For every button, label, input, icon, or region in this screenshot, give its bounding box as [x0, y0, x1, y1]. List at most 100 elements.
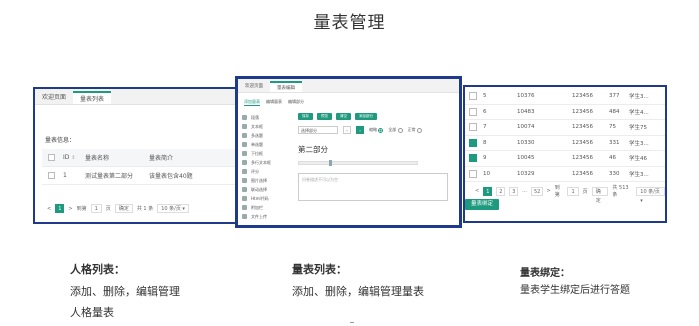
bind-scale-button[interactable]: 量表绑定	[465, 199, 500, 210]
sidebar-component-item[interactable]: 附加栏	[242, 203, 292, 212]
sidebar-component-item[interactable]: 联动选择	[242, 185, 292, 194]
sidebar-component-label: 图片选择	[251, 177, 267, 183]
subtab-edit-part[interactable]: 编辑部分	[288, 99, 304, 106]
cell-index: 9	[483, 155, 487, 162]
table-row[interactable]: 10 10329 123456 330 学生3...	[465, 167, 665, 182]
total-count: 共 1 条	[136, 206, 154, 212]
divider-slider[interactable]	[298, 160, 418, 166]
radio-icon	[416, 127, 422, 133]
cell-password: 123456	[572, 155, 593, 162]
caption-right-title: 量表绑定：	[520, 268, 570, 279]
scale-table: ID ⇕ 量表名称 量表简介 1 测试量表第二部分 该量表包含40题	[42, 149, 238, 185]
component-icon	[242, 178, 247, 183]
add-part-button[interactable]: 添加部分	[355, 113, 377, 120]
prev-arrow-icon[interactable]: ‹	[343, 126, 351, 134]
sidebar-component-item[interactable]: 多行文本框	[242, 158, 292, 167]
per-page-select[interactable]: 10 条/页 ▾	[157, 204, 189, 213]
sidebar-component-item[interactable]: Html代码	[242, 194, 292, 203]
prev-page-icon[interactable]: <	[47, 206, 51, 212]
row-checkbox[interactable]	[48, 172, 55, 179]
radio-icon	[397, 127, 403, 133]
row-checkbox[interactable]	[469, 107, 477, 116]
tab-welcome[interactable]: 欢迎页面	[238, 81, 270, 92]
page-button[interactable]: 1	[483, 186, 493, 196]
student-table: 5 10376 123456 377 学生3... 6 10483 123456 484 学生4.…	[465, 89, 665, 182]
editor-toolbar: 选择部分 ‹ › 缩略 全部 正常	[298, 126, 458, 134]
table-row[interactable]: 9 10045 123456 46 学生46	[465, 151, 665, 167]
sort-icon[interactable]: ⇕	[71, 155, 75, 161]
cell-index: 10	[483, 170, 490, 177]
page-unit: 页	[105, 206, 111, 212]
option-all[interactable]: 全部	[388, 127, 403, 133]
table-row[interactable]: 7 10074 123456 75 学生75	[465, 120, 665, 136]
caption-mid-text: 添加、删除，编辑管理量表	[292, 285, 424, 298]
cell-id: 10483	[517, 108, 535, 115]
part-select[interactable]: 选择部分	[298, 126, 338, 134]
sidebar-component-item[interactable]: 评分	[242, 167, 292, 176]
sidebar-component-item[interactable]: 多选题	[242, 131, 292, 140]
confirm-button[interactable]: 确定	[114, 204, 133, 213]
cell-password: 123456	[572, 124, 593, 131]
sidebar-component-label: 多行文本框	[251, 159, 271, 165]
tab-scale-list[interactable]: 量表列表	[73, 91, 112, 104]
sidebar-component-label: 联动选择	[251, 186, 267, 192]
cell-password: 123456	[572, 93, 593, 100]
next-page-icon[interactable]: >	[68, 206, 72, 212]
save-button[interactable]: 保存	[298, 113, 313, 120]
page-button[interactable]: 3	[509, 186, 519, 196]
row-checkbox[interactable]	[469, 169, 477, 178]
sidebar-component-label: 文本框	[251, 123, 263, 129]
table-row[interactable]: 5 10376 123456 377 学生3...	[465, 89, 665, 105]
per-page-select[interactable]: 10 条/页 ▾	[636, 186, 665, 204]
subtab-edit-scale[interactable]: 编辑量表	[266, 99, 282, 106]
sidebar-component-item[interactable]: 文件上传	[242, 212, 292, 221]
cell-name: 学生3...	[629, 94, 649, 101]
row-checkbox[interactable]	[469, 154, 477, 163]
sidebar-component-item[interactable]: 段落	[242, 113, 292, 122]
prev-page-icon[interactable]: <	[475, 188, 479, 194]
table-row[interactable]: 1 测试量表第二部分 该量表包含40题	[42, 167, 238, 185]
option-compact[interactable]: 缩略	[369, 127, 384, 133]
caption-left-title: 人格列表：	[70, 263, 125, 276]
row-checkbox[interactable]	[469, 92, 477, 101]
component-icon	[242, 142, 247, 147]
sidebar-component-item[interactable]: 文本框	[242, 122, 292, 131]
sidebar-component-item[interactable]: 下拉框	[242, 149, 292, 158]
next-page-icon[interactable]: >	[547, 188, 551, 194]
header-id[interactable]: ID ⇕	[63, 154, 85, 161]
sidebar-component-item[interactable]: 单选题	[242, 140, 292, 149]
row-checkbox[interactable]	[469, 123, 477, 132]
next-arrow-icon[interactable]: ›	[356, 126, 364, 134]
component-sidebar: 段落 文本框多选题 单选题 下拉框 多行文本框评分 图片选择联动选择 Html代码 附加栏 文件…	[242, 113, 292, 221]
clear-button[interactable]: 清空	[336, 113, 351, 120]
preview-button[interactable]: 预览	[317, 113, 332, 120]
goto-page-input[interactable]: 1	[567, 186, 579, 196]
cell-index: 8	[483, 139, 487, 146]
table-row[interactable]: 6 10483 123456 484 学生4...	[465, 105, 665, 120]
row-checkbox[interactable]	[469, 138, 477, 147]
component-icon	[242, 196, 247, 201]
sidebar-component-item[interactable]: 图片选择	[242, 176, 292, 185]
page-button[interactable]: 52	[530, 186, 543, 196]
cell-id: 10376	[517, 93, 535, 100]
table-row[interactable]: 8 10330 123456 331 学生3...	[465, 136, 665, 151]
cell-name: 学生3...	[629, 140, 649, 147]
page-button[interactable]: 1	[55, 204, 65, 213]
description-textarea[interactable]: 问卷描述不可以为空	[298, 173, 448, 201]
option-normal[interactable]: 正常	[408, 127, 422, 133]
cell-password: 123456	[572, 139, 593, 146]
tab-welcome[interactable]: 欢迎页面	[35, 91, 73, 104]
editor-main: 保存 预览 清空 添加部分 选择部分 ‹ › 缩略 全部 正常 第二部分 问卷描…	[298, 113, 458, 225]
section-label: 量表信息：	[45, 137, 76, 144]
subtab-add-scale[interactable]: 添加量表	[244, 99, 260, 106]
confirm-button[interactable]: 确定	[591, 186, 609, 204]
slider-handle[interactable]	[329, 160, 332, 166]
caption-mid-title: 量表列表：	[292, 263, 347, 276]
tab-scale-edit[interactable]: 量表编辑	[270, 81, 302, 92]
cell-index: 5	[483, 93, 487, 100]
component-icon	[242, 187, 247, 192]
goto-page-input[interactable]: 1	[90, 204, 102, 213]
select-all-checkbox[interactable]	[48, 154, 55, 161]
page-button[interactable]: 2	[496, 186, 506, 196]
cell-id: 10074	[517, 124, 535, 131]
